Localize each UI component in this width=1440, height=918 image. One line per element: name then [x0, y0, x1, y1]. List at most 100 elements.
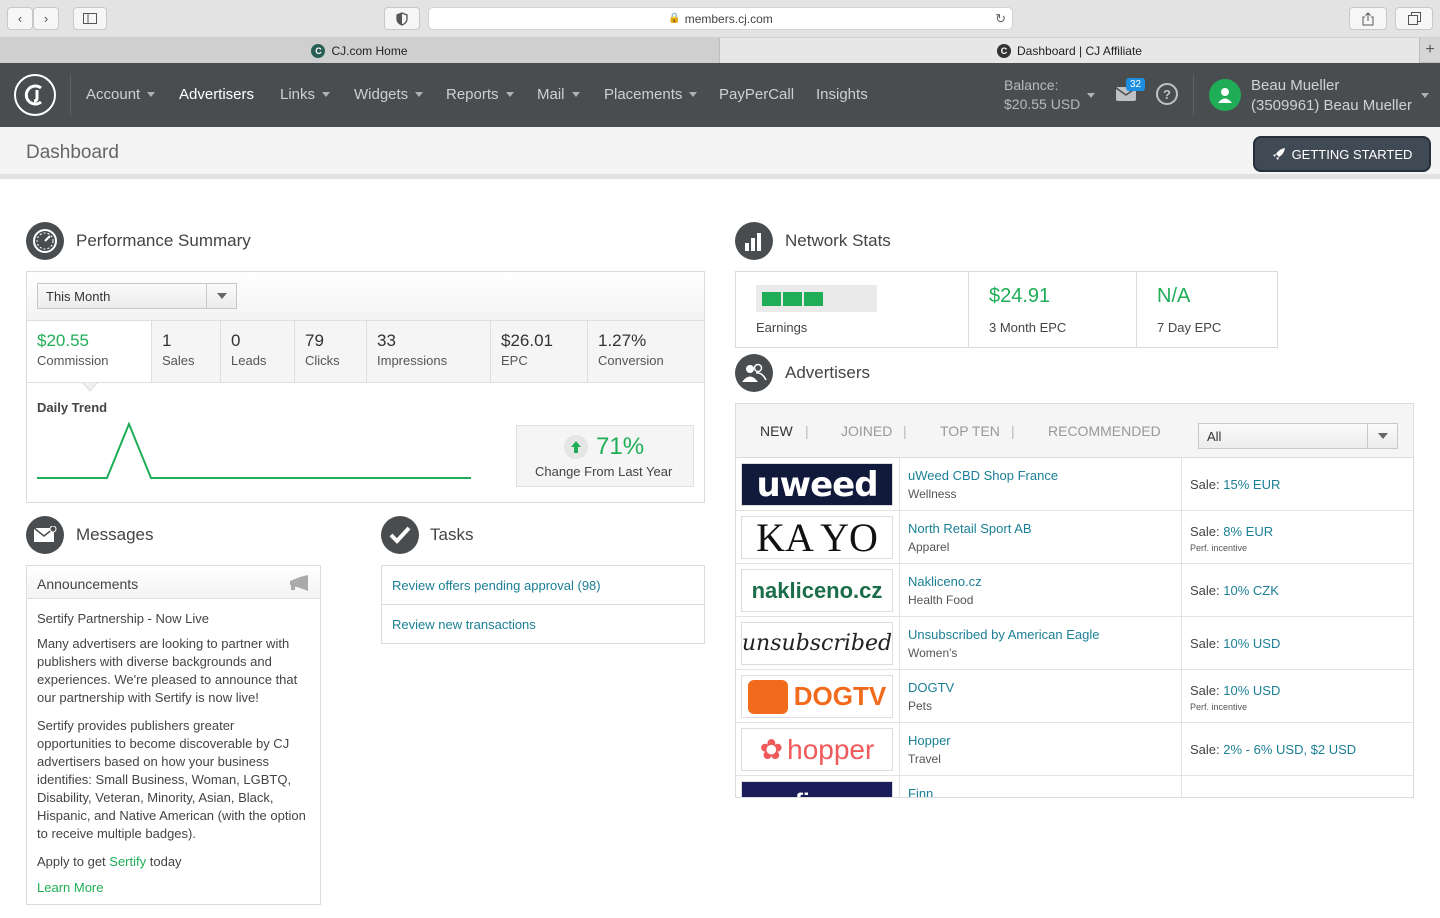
- sertify-link[interactable]: Sertify: [109, 854, 146, 869]
- sale-value: 8% EUR: [1223, 524, 1274, 539]
- advertiser-filter-select[interactable]: All: [1198, 423, 1398, 449]
- metric-value: 79: [305, 331, 324, 350]
- tab-dashboard[interactable]: C Dashboard | CJ Affiliate: [720, 38, 1420, 63]
- tab-label: Dashboard | CJ Affiliate: [1017, 43, 1142, 58]
- help-icon[interactable]: ?: [1156, 83, 1178, 105]
- envelope-icon: [26, 516, 64, 554]
- chevron-down-icon: [689, 92, 698, 97]
- privacy-button[interactable]: [384, 7, 420, 30]
- chevron-down-icon[interactable]: [1087, 93, 1095, 98]
- tab-cj-home[interactable]: C CJ.com Home: [0, 38, 720, 63]
- advertiser-category: Health Food: [908, 593, 974, 607]
- nav-advertisers[interactable]: Advertisers: [179, 86, 254, 103]
- nav-widgets[interactable]: Widgets: [354, 86, 424, 103]
- column-divider: [899, 776, 900, 797]
- apply-suffix: today: [149, 854, 182, 869]
- advertiser-row[interactable]: nakliceno.cz Nakliceno.cz Health Food Sa…: [736, 564, 1413, 617]
- users-icon: [735, 354, 773, 392]
- advertiser-name[interactable]: DOGTV: [908, 680, 954, 695]
- earnings-meter-segment: [825, 291, 844, 306]
- tabs-overview-button[interactable]: [1395, 7, 1433, 30]
- metric-sales[interactable]: 1 Sales: [152, 321, 221, 382]
- metric-clicks[interactable]: 79 Clicks: [295, 321, 367, 382]
- sale-value: 2% - 6% USD, $2 USD: [1223, 742, 1357, 757]
- page-title: Dashboard: [26, 142, 119, 163]
- metric-leads[interactable]: 0 Leads: [221, 321, 295, 382]
- performance-title: Performance Summary: [76, 231, 251, 250]
- tab-joined[interactable]: JOINED: [841, 423, 892, 439]
- advertiser-name[interactable]: Unsubscribed by American Eagle: [908, 627, 1100, 642]
- nav-widgets-label: Widgets: [354, 86, 409, 103]
- tab-separator: |: [1011, 423, 1015, 439]
- metrics-row: $20.55 Commission 1 Sales 0 Leads 79 Cli…: [27, 321, 704, 383]
- getting-started-button[interactable]: GETTING STARTED: [1253, 136, 1431, 172]
- tab-top-ten[interactable]: TOP TEN: [940, 423, 1000, 439]
- reload-icon[interactable]: ↻: [995, 11, 1006, 27]
- user-menu[interactable]: Beau Mueller (3509961) Beau Mueller: [1251, 76, 1412, 116]
- tasks-title: Tasks: [430, 525, 474, 544]
- nav-insights[interactable]: Insights: [816, 86, 868, 103]
- tab-new[interactable]: NEW: [760, 423, 793, 439]
- column-divider: [1181, 511, 1182, 563]
- advertiser-name[interactable]: Hopper: [908, 733, 951, 748]
- advertiser-sale: Sale: 8% EUR: [1190, 524, 1273, 539]
- advertiser-sale: Sale: 15% EUR: [1190, 477, 1280, 492]
- sidebar-toggle-button[interactable]: [73, 7, 107, 30]
- nav-placements[interactable]: Placements: [604, 86, 698, 103]
- back-button[interactable]: ‹: [7, 7, 33, 30]
- chevron-down-icon[interactable]: [1421, 93, 1429, 98]
- task-review-offers-link[interactable]: Review offers pending approval (98): [382, 566, 704, 605]
- advertiser-logo: KA YO: [741, 516, 893, 559]
- advertiser-row[interactable]: ✿ hopper Hopper Travel Sale: 2% - 6% USD…: [736, 723, 1413, 776]
- advertiser-name[interactable]: North Retail Sport AB: [908, 521, 1032, 536]
- avatar[interactable]: [1209, 79, 1241, 111]
- advertiser-row[interactable]: unsubscribed Unsubscribed by American Ea…: [736, 617, 1413, 670]
- chevron-down-icon: [206, 284, 236, 308]
- sale-label: Sale:: [1190, 683, 1220, 698]
- metric-label: Clicks: [305, 353, 340, 368]
- announcement-paragraph: Sertify provides publishers greater oppo…: [37, 718, 306, 841]
- advertiser-name[interactable]: Finn: [908, 786, 933, 797]
- advertiser-logo-text: uweed: [756, 464, 878, 505]
- cj-logo[interactable]: [14, 74, 56, 116]
- tab-recommended[interactable]: RECOMMENDED: [1048, 423, 1161, 439]
- earnings-meter-segment: [804, 291, 823, 306]
- share-button[interactable]: [1349, 7, 1387, 30]
- metric-conversion[interactable]: 1.27% Conversion: [588, 321, 704, 382]
- nav-paypercall[interactable]: PayPerCall: [719, 86, 794, 103]
- metric-commission[interactable]: $20.55 Commission: [27, 321, 152, 382]
- sale-value: 10% USD: [1223, 683, 1281, 698]
- tab-separator: |: [805, 423, 809, 439]
- advertiser-row[interactable]: uweed uWeed CBD Shop France Wellness Sal…: [736, 458, 1413, 511]
- advertiser-row[interactable]: finn Finn: [736, 776, 1413, 797]
- page-header: Dashboard GETTING STARTED: [0, 127, 1440, 179]
- advertiser-logo: uweed: [741, 463, 893, 506]
- metric-value: $26.01: [501, 331, 553, 350]
- new-tab-icon[interactable]: +: [1420, 38, 1440, 62]
- period-select[interactable]: This Month: [37, 283, 237, 309]
- nav-account[interactable]: Account: [86, 86, 156, 103]
- chevron-down-icon: [415, 92, 424, 97]
- nav-links-label: Links: [280, 86, 316, 103]
- change-percent: 71%: [596, 433, 645, 460]
- forward-button[interactable]: ›: [33, 7, 59, 30]
- task-review-transactions-link[interactable]: Review new transactions: [382, 605, 704, 644]
- advertiser-row[interactable]: DOGTV DOGTV Pets Sale: 10% USD Perf. inc…: [736, 670, 1413, 723]
- advertiser-row[interactable]: KA YO North Retail Sport AB Apparel Sale…: [736, 511, 1413, 564]
- announcements-header: Announcements: [27, 566, 320, 599]
- earnings-meter-segment: [783, 291, 802, 306]
- address-bar[interactable]: 🔒 members.cj.com ↻: [428, 7, 1013, 30]
- nav-mail[interactable]: Mail: [537, 86, 580, 103]
- learn-more-link[interactable]: Learn More: [37, 879, 310, 897]
- advertiser-name[interactable]: Nakliceno.cz: [908, 574, 982, 589]
- epc-3-month-value: $24.91: [989, 285, 1051, 307]
- nav-links[interactable]: Links: [280, 86, 331, 103]
- metric-epc[interactable]: $26.01 EPC: [491, 321, 588, 382]
- balance-display[interactable]: Balance: $20.55 USD: [1004, 76, 1080, 114]
- advertiser-name[interactable]: uWeed CBD Shop France: [908, 468, 1058, 483]
- metric-impressions[interactable]: 33 Impressions: [367, 321, 491, 382]
- announcements-title: Announcements: [37, 576, 139, 592]
- advertiser-sale: Sale: 10% CZK: [1190, 583, 1279, 598]
- nav-reports[interactable]: Reports: [446, 86, 514, 103]
- bar-chart-icon: [735, 222, 773, 260]
